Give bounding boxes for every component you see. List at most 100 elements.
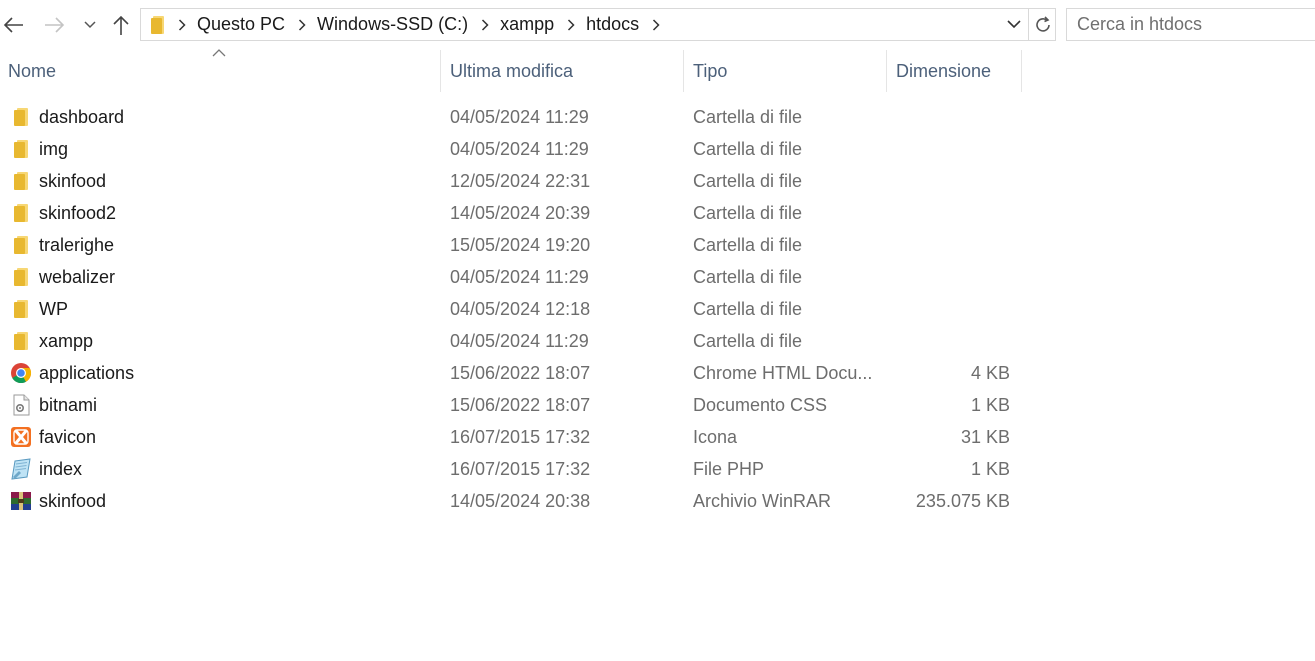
address-bar[interactable]: Questo PC Windows-SSD (C:) xampp htdocs: [140, 8, 1056, 41]
folder-icon: [8, 293, 34, 325]
file-modified: 16/07/2015 17:32: [450, 459, 591, 479]
file-name: skinfood: [39, 491, 107, 511]
chevron-right-icon[interactable]: [645, 18, 667, 31]
file-row-skinfood-archive[interactable]: skinfood 14/05/2024 20:38 Archivio WinRA…: [0, 485, 1022, 517]
file-name: index: [39, 459, 83, 479]
file-modified: 04/05/2024 11:29: [450, 331, 589, 351]
chevron-right-icon[interactable]: [560, 18, 582, 31]
search-input[interactable]: [1077, 14, 1307, 35]
file-modified: 04/05/2024 11:29: [450, 107, 589, 127]
file-row-bitnami[interactable]: bitnami 15/06/2022 18:07 Documento CSS 1…: [0, 389, 1022, 421]
file-row-xampp[interactable]: xampp 04/05/2024 11:29 Cartella di file: [0, 325, 1022, 357]
file-type: Chrome HTML Docu...: [693, 363, 873, 383]
column-divider[interactable]: [683, 50, 684, 92]
arrow-up-icon: [113, 15, 129, 35]
file-name: favicon: [39, 427, 97, 447]
file-size: [890, 165, 1010, 197]
file-name: skinfood2: [39, 203, 117, 223]
file-type: Cartella di file: [693, 203, 803, 223]
breadcrumb-item-htdocs[interactable]: htdocs: [582, 9, 645, 40]
winrar-icon: [8, 485, 34, 517]
file-row-favicon[interactable]: favicon 16/07/2015 17:32 Icona 31 KB: [0, 421, 1022, 453]
refresh-button[interactable]: [1028, 8, 1056, 41]
file-type: Icona: [693, 427, 738, 447]
column-header-size[interactable]: Dimensione: [896, 50, 1020, 92]
recent-locations-button[interactable]: [80, 8, 100, 42]
file-modified: 15/05/2024 19:20: [450, 235, 591, 255]
chevron-down-icon: [84, 21, 96, 29]
file-name: img: [39, 139, 69, 159]
file-row-index[interactable]: index 16/07/2015 17:32 File PHP 1 KB: [0, 453, 1022, 485]
breadcrumb-item-windows-ssd[interactable]: Windows-SSD (C:): [313, 9, 474, 40]
file-name: tralerighe: [39, 235, 115, 255]
file-name: WP: [39, 299, 68, 319]
folder-icon: [8, 197, 34, 229]
css-file-icon: [8, 389, 34, 421]
up-button[interactable]: [108, 8, 134, 42]
file-size: 235.075 KB: [915, 491, 1010, 511]
file-size: [890, 133, 1010, 165]
file-row-skinfood2[interactable]: skinfood2 14/05/2024 20:39 Cartella di f…: [0, 197, 1022, 229]
column-divider[interactable]: [886, 50, 887, 92]
folder-icon: [8, 101, 34, 133]
forward-button[interactable]: [42, 8, 68, 42]
file-size: 1 KB: [970, 459, 1010, 479]
file-name: applications: [39, 363, 135, 383]
breadcrumb-item-xampp[interactable]: xampp: [496, 9, 560, 40]
file-modified: 14/05/2024 20:38: [450, 491, 591, 511]
file-name: skinfood: [39, 171, 107, 191]
file-size: 4 KB: [970, 363, 1010, 383]
navigation-bar: Questo PC Windows-SSD (C:) xampp htdocs: [0, 0, 1315, 50]
breadcrumb-item-questo-pc[interactable]: Questo PC: [193, 9, 291, 40]
file-size: [890, 101, 1010, 133]
file-type: Cartella di file: [693, 139, 803, 159]
file-name: dashboard: [39, 107, 125, 127]
address-history-dropdown[interactable]: [1001, 9, 1027, 40]
chevron-right-icon[interactable]: [171, 18, 193, 31]
php-file-icon: [8, 453, 34, 485]
file-modified: 14/05/2024 20:39: [450, 203, 591, 223]
back-button[interactable]: [0, 8, 26, 42]
file-type: Cartella di file: [693, 235, 803, 255]
file-size: 1 KB: [970, 395, 1010, 415]
refresh-icon: [1035, 15, 1050, 32]
column-header-modified[interactable]: Ultima modifica: [450, 50, 680, 92]
folder-icon: [8, 133, 34, 165]
chevron-down-icon: [1007, 20, 1021, 29]
file-size: [890, 325, 1010, 357]
chevron-right-icon[interactable]: [291, 18, 313, 31]
column-header-name[interactable]: Nome: [8, 50, 438, 92]
file-name: bitnami: [39, 395, 98, 415]
file-modified: 04/05/2024 11:29: [450, 267, 589, 287]
file-type: Documento CSS: [693, 395, 828, 415]
folder-icon: [145, 9, 171, 40]
file-size: [890, 293, 1010, 325]
chrome-icon: [8, 357, 34, 389]
file-row-img[interactable]: img 04/05/2024 11:29 Cartella di file: [0, 133, 1022, 165]
file-name: xampp: [39, 331, 94, 351]
file-size: [890, 261, 1010, 293]
breadcrumb: Questo PC Windows-SSD (C:) xampp htdocs: [171, 9, 1001, 40]
file-row-wp[interactable]: WP 04/05/2024 12:18 Cartella di file: [0, 293, 1022, 325]
file-row-webalizer[interactable]: webalizer 04/05/2024 11:29 Cartella di f…: [0, 261, 1022, 293]
file-size: [890, 229, 1010, 261]
file-type: Cartella di file: [693, 331, 803, 351]
file-modified: 04/05/2024 12:18: [450, 299, 591, 319]
file-modified: 16/07/2015 17:32: [450, 427, 591, 447]
folder-icon: [8, 165, 34, 197]
file-type: Cartella di file: [693, 107, 803, 127]
file-row-skinfood-folder[interactable]: skinfood 12/05/2024 22:31 Cartella di fi…: [0, 165, 1022, 197]
file-type: Archivio WinRAR: [693, 491, 832, 511]
file-row-tralerighe[interactable]: tralerighe 15/05/2024 19:20 Cartella di …: [0, 229, 1022, 261]
column-divider[interactable]: [1021, 50, 1022, 92]
file-modified: 15/06/2022 18:07: [450, 395, 591, 415]
file-modified: 04/05/2024 11:29: [450, 139, 589, 159]
search-box[interactable]: [1066, 8, 1315, 41]
file-size: 31 KB: [960, 427, 1010, 447]
column-divider[interactable]: [440, 50, 441, 92]
chevron-right-icon[interactable]: [474, 18, 496, 31]
column-header-type[interactable]: Tipo: [693, 50, 883, 92]
file-type: Cartella di file: [693, 171, 803, 191]
file-row-applications[interactable]: applications 15/06/2022 18:07 Chrome HTM…: [0, 357, 1022, 389]
file-row-dashboard[interactable]: dashboard 04/05/2024 11:29 Cartella di f…: [0, 101, 1022, 133]
